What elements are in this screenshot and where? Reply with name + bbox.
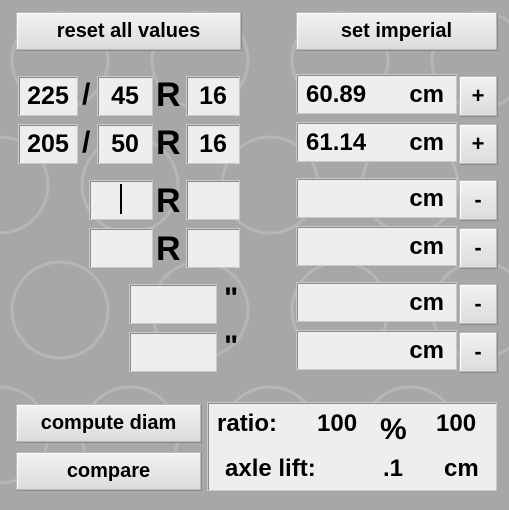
diameter-field-5[interactable]: cm (296, 282, 457, 322)
tire4-r-label: R (156, 230, 181, 268)
diameter-field-2[interactable]: 61.14 cm (296, 122, 457, 162)
remove-button-6[interactable]: - (459, 332, 497, 372)
tire2-r-label: R (156, 124, 181, 162)
tire2-slash: / (82, 126, 91, 159)
compute-diam-button[interactable]: compute diam (16, 404, 201, 442)
tire2-aspect-field[interactable]: 50 (97, 124, 153, 164)
remove-button-3[interactable]: - (459, 180, 497, 220)
inch1-field[interactable] (129, 284, 217, 324)
diameter-field-1[interactable]: 60.89 cm (296, 74, 457, 114)
ratio-label: ratio: (217, 410, 277, 437)
diameter-unit-2: cm (409, 129, 444, 156)
remove-button-5[interactable]: - (459, 284, 497, 324)
axle-lift-value: .1 (383, 455, 404, 482)
tire3-r-label: R (156, 182, 181, 220)
diameter-unit-4: cm (409, 233, 444, 260)
reset-all-values-button[interactable]: reset all values (16, 12, 241, 50)
add-button-1[interactable]: + (459, 76, 497, 116)
ratio-value-a: 100 (317, 410, 358, 437)
result-panel: ratio: 100 % 100 axle lift: .1 cm (207, 402, 497, 491)
diameter-unit-3: cm (409, 185, 444, 212)
tire1-rim-field[interactable]: 16 (186, 76, 240, 116)
compare-button[interactable]: compare (16, 452, 201, 490)
inch2-unit: " (224, 330, 239, 363)
diameter-value-1: 60.89 (306, 81, 367, 108)
diameter-field-6[interactable]: cm (296, 330, 457, 370)
diameter-value-2: 61.14 (306, 129, 367, 156)
ratio-value-b: 100 (436, 410, 477, 437)
diameter-field-4[interactable]: cm (296, 226, 457, 266)
tire4-rim-field[interactable] (186, 228, 240, 268)
remove-button-4[interactable]: - (459, 228, 497, 268)
tire4-width-field[interactable] (89, 228, 153, 268)
tire3-rim-field[interactable] (186, 180, 240, 220)
tire1-aspect-field[interactable]: 45 (97, 76, 153, 116)
tire1-r-label: R (156, 76, 181, 114)
inch2-field[interactable] (129, 332, 217, 372)
diameter-unit-1: cm (409, 81, 444, 108)
diameter-field-3[interactable]: cm (296, 178, 457, 218)
add-button-2[interactable]: + (459, 124, 497, 164)
tire1-width-field[interactable]: 225 (18, 76, 78, 116)
axle-lift-label: axle lift: (225, 455, 316, 482)
set-imperial-button[interactable]: set imperial (296, 12, 497, 50)
axle-lift-unit: cm (444, 455, 479, 482)
tire2-width-field[interactable]: 205 (18, 124, 78, 164)
inch1-unit: " (224, 282, 239, 315)
diameter-unit-6: cm (409, 337, 444, 364)
tire2-rim-field[interactable]: 16 (186, 124, 240, 164)
diameter-unit-5: cm (409, 289, 444, 316)
tire1-slash: / (82, 78, 91, 111)
percent-sign: % (380, 413, 407, 446)
text-cursor (120, 184, 122, 214)
